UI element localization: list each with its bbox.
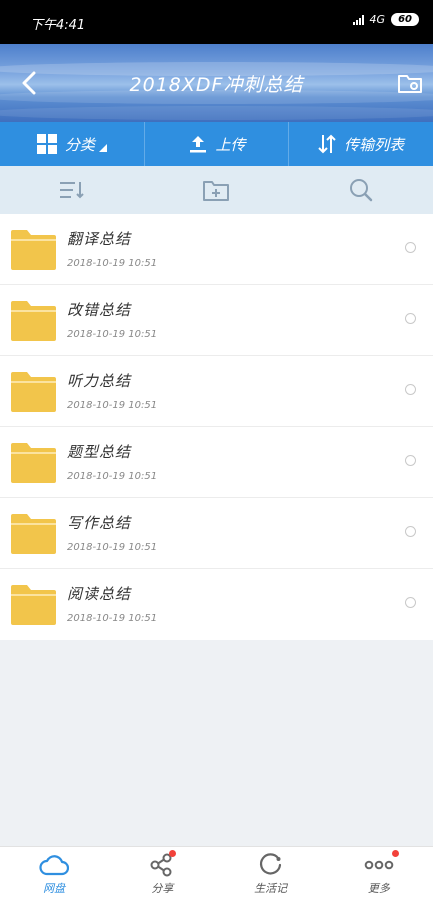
- select-radio[interactable]: [405, 526, 416, 537]
- select-radio[interactable]: [405, 597, 416, 608]
- sort-button[interactable]: [0, 166, 144, 214]
- file-date: 2018-10-19 10:51: [67, 258, 158, 269]
- status-bar: 下午4:41 4G 60: [0, 0, 433, 44]
- folder-icon: [11, 585, 56, 625]
- list-item[interactable]: 写作总结 2018-10-19 10:51: [0, 498, 433, 569]
- select-radio[interactable]: [405, 242, 416, 253]
- app-header: 2018XDF冲刺总结: [0, 44, 433, 122]
- grid-icon: [36, 134, 57, 154]
- file-list: 翻译总结 2018-10-19 10:51 改错总结 2018-10-19 10…: [0, 214, 433, 640]
- network-type: 4G: [369, 13, 386, 26]
- action-bar: 分类 上传 传输列表: [0, 122, 433, 166]
- file-date: 2018-10-19 10:51: [67, 471, 158, 482]
- file-name: 翻译总结: [67, 230, 132, 248]
- file-name: 改错总结: [67, 301, 132, 319]
- transfer-icon: [318, 134, 336, 154]
- list-item[interactable]: 听力总结 2018-10-19 10:51: [0, 356, 433, 427]
- signal-icon: [352, 14, 364, 25]
- notification-badge: [391, 850, 399, 857]
- battery-indicator: 60: [391, 13, 419, 26]
- file-name: 阅读总结: [67, 585, 132, 603]
- new-folder-icon: [203, 181, 230, 201]
- select-radio[interactable]: [405, 455, 416, 466]
- file-name: 写作总结: [67, 514, 132, 532]
- list-item[interactable]: 翻译总结 2018-10-19 10:51: [0, 214, 433, 285]
- sort-icon: [60, 182, 84, 199]
- file-date: 2018-10-19 10:51: [67, 613, 158, 624]
- page-title: 2018XDF冲刺总结: [129, 74, 304, 96]
- folder-icon: [11, 372, 56, 412]
- upload-label: 上传: [215, 135, 246, 154]
- search-button[interactable]: [289, 166, 433, 214]
- status-indicators: 4G 60: [352, 13, 419, 26]
- category-label: 分类: [64, 135, 95, 154]
- file-name: 听力总结: [67, 372, 132, 390]
- nav-label: 生活记: [254, 882, 288, 895]
- list-item[interactable]: 题型总结 2018-10-19 10:51: [0, 427, 433, 498]
- folder-icon: [11, 301, 56, 341]
- upload-icon: [189, 136, 206, 153]
- folder-settings-icon: [398, 75, 422, 93]
- nav-item-life[interactable]: 生活记: [217, 847, 325, 900]
- nav-label: 更多: [367, 882, 390, 895]
- select-radio[interactable]: [405, 384, 416, 395]
- dropdown-triangle-icon: [98, 144, 107, 152]
- transfer-list-button[interactable]: 传输列表: [289, 122, 433, 166]
- upload-button[interactable]: 上传: [145, 122, 290, 166]
- new-folder-button[interactable]: [144, 166, 288, 214]
- list-item[interactable]: 阅读总结 2018-10-19 10:51: [0, 569, 433, 640]
- nav-item-cloud-drive[interactable]: 网盘: [0, 847, 108, 900]
- file-date: 2018-10-19 10:51: [67, 542, 158, 553]
- tool-bar: [0, 166, 433, 214]
- select-radio[interactable]: [405, 313, 416, 324]
- cloud-icon: [39, 855, 70, 876]
- refresh-icon: [259, 853, 281, 875]
- file-date: 2018-10-19 10:51: [67, 329, 158, 340]
- nav-label: 分享: [151, 882, 174, 895]
- nav-item-more[interactable]: 更多: [325, 847, 433, 900]
- category-button[interactable]: 分类: [0, 122, 145, 166]
- nav-item-share[interactable]: 分享: [108, 847, 216, 900]
- transfer-label: 传输列表: [344, 135, 405, 154]
- status-time: 下午4:41: [30, 18, 86, 33]
- file-date: 2018-10-19 10:51: [67, 400, 158, 411]
- nav-label: 网盘: [43, 882, 66, 895]
- more-icon: [364, 860, 394, 870]
- folder-settings-button[interactable]: [397, 70, 423, 96]
- folder-icon: [11, 230, 56, 270]
- file-name: 题型总结: [67, 443, 132, 461]
- folder-icon: [11, 514, 56, 554]
- bottom-nav: 网盘 分享 生活记 更多: [0, 846, 433, 900]
- list-item[interactable]: 改错总结 2018-10-19 10:51: [0, 285, 433, 356]
- folder-icon: [11, 443, 56, 483]
- search-icon: [349, 179, 373, 202]
